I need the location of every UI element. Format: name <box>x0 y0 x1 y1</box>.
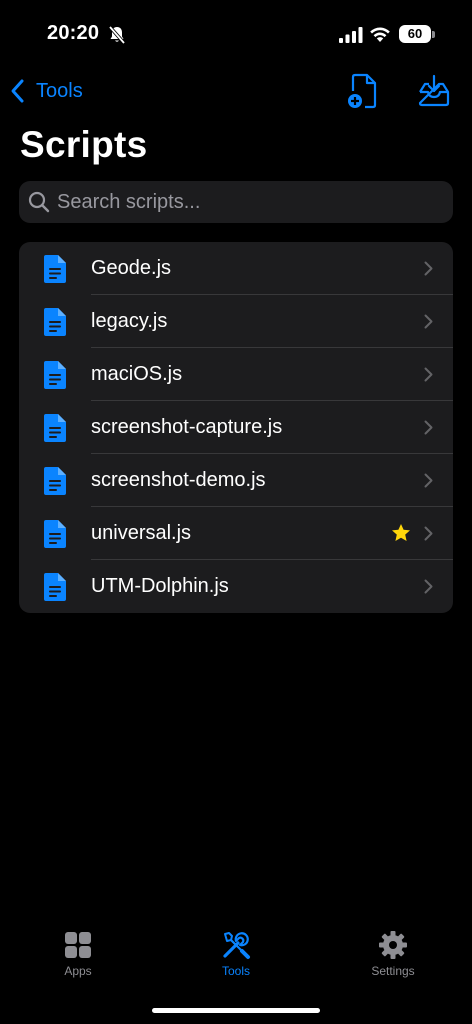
import-tray-icon <box>418 74 450 107</box>
status-bar: 20:20 60 <box>0 0 472 70</box>
home-indicator[interactable] <box>152 1008 320 1013</box>
wrench-screwdriver-icon <box>223 932 250 959</box>
search-icon <box>28 191 50 213</box>
tab-settings[interactable]: Settings <box>348 930 438 978</box>
document-icon <box>44 520 66 548</box>
back-button-label: Tools <box>36 79 83 102</box>
script-row-screenshot-demo[interactable]: screenshot-demo.js <box>19 454 453 507</box>
document-icon <box>44 414 66 442</box>
status-time: 20:20 <box>47 22 100 44</box>
grid-icon <box>65 932 91 958</box>
chevron-right-icon <box>424 526 433 541</box>
tab-label: Apps <box>64 964 92 978</box>
chevron-right-icon <box>424 367 433 382</box>
chevron-right-icon <box>424 420 433 435</box>
script-row-macios[interactable]: maciOS.js <box>19 348 453 401</box>
back-button[interactable]: Tools <box>8 74 83 108</box>
page-title: Scripts <box>20 124 148 165</box>
chevron-right-icon <box>424 314 433 329</box>
star-icon <box>392 524 410 541</box>
script-row-screenshot-capture[interactable]: screenshot-capture.js <box>19 401 453 454</box>
script-row-universal[interactable]: universal.js <box>19 507 453 560</box>
bell-slash-icon <box>108 25 126 45</box>
search-input[interactable] <box>57 190 437 214</box>
tab-apps[interactable]: Apps <box>33 930 123 978</box>
battery-icon: 60 <box>399 25 431 43</box>
cellular-signal-icon <box>339 27 363 43</box>
tab-label: Tools <box>221 964 250 978</box>
new-script-button[interactable] <box>345 72 381 110</box>
script-list: Geode.js legacy.js maciOS.js screenshot-… <box>19 242 453 613</box>
tab-label: Settings <box>371 964 415 978</box>
document-icon <box>44 573 66 601</box>
chevron-right-icon <box>424 579 433 594</box>
battery-nub <box>432 31 435 38</box>
wifi-icon <box>370 27 390 42</box>
script-name: Geode.js <box>91 257 172 279</box>
document-icon <box>44 467 66 495</box>
script-name: UTM-Dolphin.js <box>91 575 229 597</box>
document-icon <box>44 308 66 336</box>
script-name: legacy.js <box>91 310 168 332</box>
chevron-right-icon <box>424 261 433 276</box>
script-name: universal.js <box>91 522 192 544</box>
script-row-utm-dolphin[interactable]: UTM-Dolphin.js <box>19 560 453 613</box>
script-row-legacy[interactable]: legacy.js <box>19 295 453 348</box>
new-document-icon <box>348 73 377 109</box>
chevron-left-icon <box>11 79 24 103</box>
gear-icon <box>379 931 407 959</box>
tab-bar: Apps Tools Settings <box>0 920 472 990</box>
import-button[interactable] <box>416 72 452 110</box>
document-icon <box>44 255 66 283</box>
script-row-geode[interactable]: Geode.js <box>19 242 453 295</box>
chevron-right-icon <box>424 473 433 488</box>
script-name: screenshot-capture.js <box>91 416 283 438</box>
document-icon <box>44 361 66 389</box>
search-bar[interactable] <box>19 181 453 223</box>
script-name: maciOS.js <box>91 363 183 385</box>
script-name: screenshot-demo.js <box>91 469 266 491</box>
tab-tools[interactable]: Tools <box>191 930 281 978</box>
